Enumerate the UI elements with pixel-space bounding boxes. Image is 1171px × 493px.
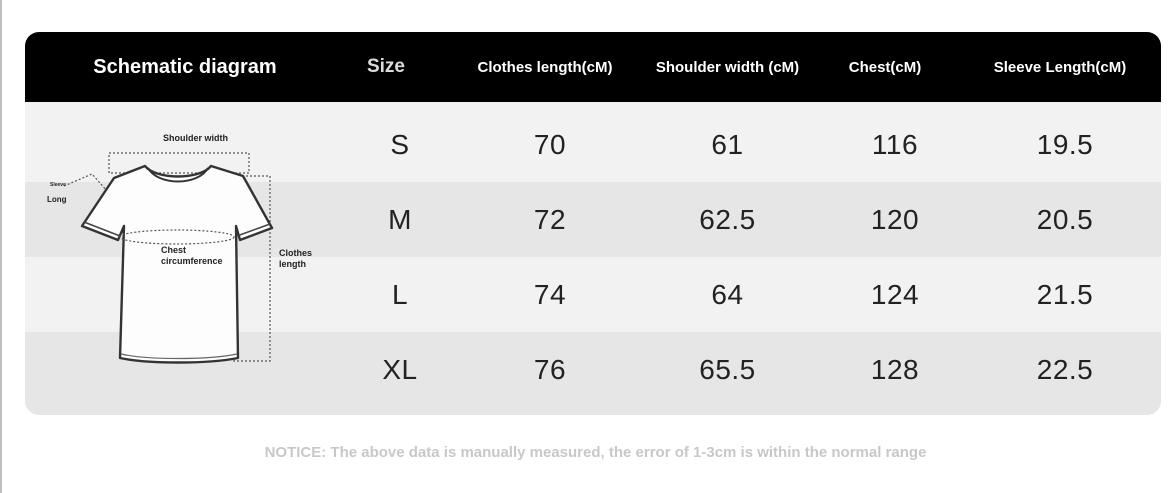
size-cell: S [390, 128, 410, 160]
clothes-length-label: Clothes length [279, 248, 312, 270]
size-cell: XL [382, 353, 418, 385]
shoulder-width-cell: 61 [711, 128, 744, 160]
sleeve-long-label: Long [47, 195, 67, 204]
chest-cell: 128 [870, 353, 920, 385]
chest-cell: 124 [870, 278, 920, 310]
chest-cell: 116 [871, 128, 919, 160]
shoulder-width-label: Shoulder width [163, 133, 228, 143]
size-cell: M [388, 203, 412, 235]
sleeve-length-cell: 22.5 [1036, 353, 1094, 385]
header-clothes-length: Clothes length(cM) [477, 58, 613, 76]
chest-cell: 120 [870, 203, 920, 235]
shoulder-width-cell: 64 [711, 278, 744, 310]
clothes-length-cell: 76 [533, 353, 567, 385]
shoulder-width-cell: 62.5 [699, 203, 756, 235]
sleeve-length-cell: 20.5 [1036, 203, 1094, 235]
sleeve-length-cell: 21.5 [1036, 278, 1094, 310]
shoulder-width-cell: 65.5 [699, 353, 756, 385]
header-shoulder-width: Shoulder width (cM) [655, 58, 800, 76]
sleeve-tiny-label: Sleeve [50, 182, 66, 188]
clothes-length-cell: 72 [533, 203, 567, 235]
tshirt-schematic-diagram: Shoulder width Sleeve Long Chest circumf… [38, 128, 338, 378]
table-header: Schematic diagram Size Clothes length(cM… [25, 32, 1161, 102]
chest-label-line1: Chest [161, 245, 187, 255]
sleeve-length-cell: 19.5 [1036, 128, 1094, 160]
left-border [0, 0, 2, 493]
clothes-label-line2: length [279, 259, 306, 269]
header-schematic-diagram: Schematic diagram [93, 55, 277, 78]
header-chest: Chest(cM) [848, 58, 922, 76]
measurement-notice: NOTICE: The above data is manually measu… [264, 444, 927, 461]
header-sleeve-length: Sleeve Length(cM) [993, 58, 1127, 76]
header-size: Size [366, 56, 406, 77]
size-cell: L [391, 278, 409, 310]
chest-label-line2: circumference [161, 256, 223, 266]
chest-circumference-label: Chest circumference [161, 245, 223, 267]
clothes-label-line1: Clothes [279, 248, 313, 258]
clothes-length-cell: 74 [533, 278, 567, 310]
clothes-length-cell: 70 [533, 128, 567, 160]
